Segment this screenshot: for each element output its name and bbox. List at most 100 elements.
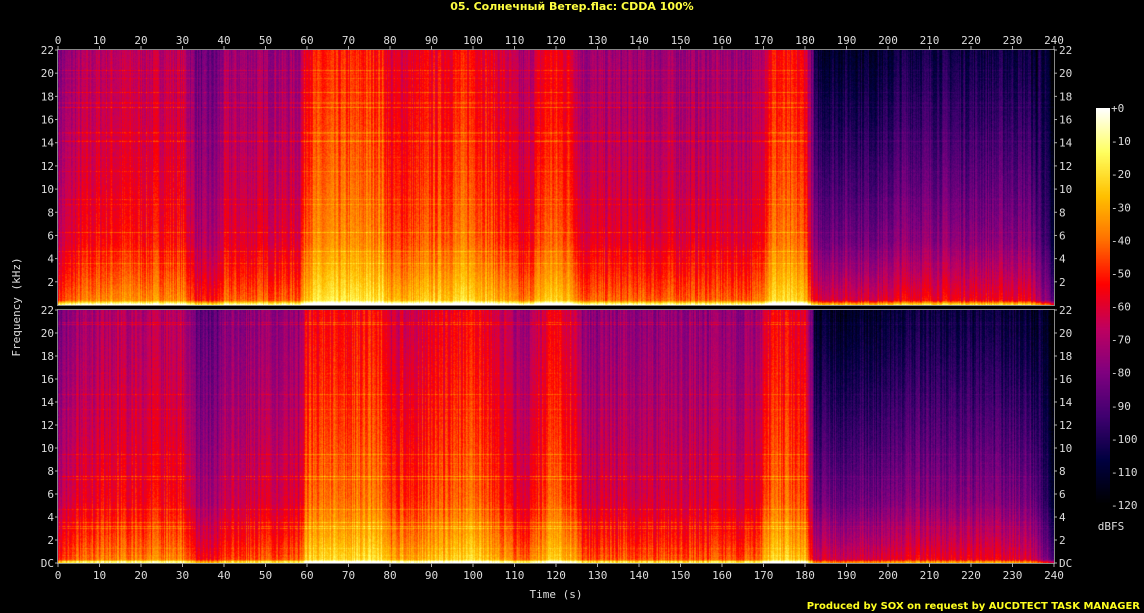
colorbar-label: dBFS xyxy=(1098,520,1125,533)
x-tick-label-top: 10 xyxy=(93,34,106,47)
y-tick-label-right: 2 xyxy=(1059,276,1066,289)
y-tick-label-right: 16 xyxy=(1059,373,1072,386)
x-tick-label-top: 60 xyxy=(300,34,313,47)
x-tick-label-top: 210 xyxy=(920,34,940,47)
y-tick-label-right: 4 xyxy=(1059,511,1066,524)
colorbar-tick-label: -120 xyxy=(1111,499,1138,512)
x-tick-label-top: 40 xyxy=(217,34,230,47)
x-tick-label-top: 130 xyxy=(588,34,608,47)
x-tick-label-bottom: 240 xyxy=(1044,569,1064,582)
x-tick-label-top: 150 xyxy=(671,34,691,47)
y-tick-label-left: 6 xyxy=(47,488,54,501)
y-tick-label-left: 16 xyxy=(41,373,54,386)
x-tick-label-bottom: 130 xyxy=(588,569,608,582)
y-tick-label-right: 20 xyxy=(1059,67,1072,80)
x-tick-label-bottom: 230 xyxy=(1003,569,1023,582)
x-tick-label-bottom: 90 xyxy=(425,569,438,582)
colorbar-tick-label: -110 xyxy=(1111,466,1138,479)
x-tick-label-top: 160 xyxy=(712,34,732,47)
x-tick-label-bottom: 60 xyxy=(300,569,313,582)
y-tick-label-right: 10 xyxy=(1059,442,1072,455)
x-tick-label-bottom: 40 xyxy=(217,569,230,582)
x-tick-label-top: 70 xyxy=(342,34,355,47)
x-tick-label-top: 0 xyxy=(55,34,62,47)
x-tick-label-bottom: 140 xyxy=(629,569,649,582)
y-tick-label-right: 22 xyxy=(1059,304,1072,317)
x-tick-label-bottom: 150 xyxy=(671,569,691,582)
y-tick-label-left: 2 xyxy=(47,276,54,289)
y-axis-label: Frequency (kHz) xyxy=(10,257,23,356)
x-tick-label-top: 180 xyxy=(795,34,815,47)
x-tick-label-bottom: 220 xyxy=(961,569,981,582)
y-tick-label-right: 18 xyxy=(1059,90,1072,103)
colorbar-tick-label: -10 xyxy=(1111,135,1131,148)
chart-axes: 0 0 10 10 20 20 30 30 40 40 50 50 60 60 70 70 80 80 90 90 10… xyxy=(10,34,1138,601)
y-tick-label-left: 16 xyxy=(41,114,54,127)
colorbar-tick-label: -80 xyxy=(1111,367,1131,380)
y-tick-label-left: 12 xyxy=(41,160,54,173)
x-tick-label-top: 190 xyxy=(837,34,857,47)
y-tick-label-left: 12 xyxy=(41,419,54,432)
y-tick-label-left: 22 xyxy=(41,304,54,317)
y-tick-label-right: 8 xyxy=(1059,465,1066,478)
plot-frame-1 xyxy=(57,49,1055,306)
x-tick-label-bottom: 190 xyxy=(837,569,857,582)
colorbar-tick-label: -40 xyxy=(1111,234,1131,247)
y-tick-label-right: 6 xyxy=(1059,488,1066,501)
y-tick-label-left: 18 xyxy=(41,350,54,363)
y-tick-label-right: 16 xyxy=(1059,114,1072,127)
x-tick-label-bottom: 80 xyxy=(383,569,396,582)
y-tick-label-right: 22 xyxy=(1059,44,1072,57)
x-tick-label-top: 170 xyxy=(754,34,774,47)
y-tick-label-right: 12 xyxy=(1059,160,1072,173)
x-tick-label-bottom: 120 xyxy=(546,569,566,582)
x-tick-label-bottom: 160 xyxy=(712,569,732,582)
x-tick-label-bottom: 110 xyxy=(505,569,525,582)
x-tick-label-bottom: 200 xyxy=(878,569,898,582)
y-tick-label-right: 4 xyxy=(1059,253,1066,266)
x-tick-label-top: 120 xyxy=(546,34,566,47)
y-tick-label-left: 4 xyxy=(47,253,54,266)
y-tick-label-left: 20 xyxy=(41,327,54,340)
colorbar-tick-label: -70 xyxy=(1111,334,1131,347)
x-tick-label-top: 50 xyxy=(259,34,272,47)
colorbar-tick-label: -100 xyxy=(1111,433,1138,446)
y-tick-label-left: 6 xyxy=(47,229,54,242)
x-tick-label-bottom: 0 xyxy=(55,569,62,582)
x-tick-label-top: 20 xyxy=(134,34,147,47)
x-tick-label-bottom: 50 xyxy=(259,569,272,582)
x-tick-label-bottom: 170 xyxy=(754,569,774,582)
y-tick-label-right: 2 xyxy=(1059,534,1066,547)
y-tick-label-right: 12 xyxy=(1059,419,1072,432)
y-tick-label-left: 10 xyxy=(41,183,54,196)
y-tick-label-left: 14 xyxy=(41,137,55,150)
y-tick-label-left: 10 xyxy=(41,442,54,455)
colorbar-tick-label: -20 xyxy=(1111,168,1131,181)
colorbar-tick-label: +0 xyxy=(1111,102,1124,115)
y-tick-label-right: 8 xyxy=(1059,206,1066,219)
y-tick-label-left: 22 xyxy=(41,44,54,57)
x-tick-label-top: 110 xyxy=(505,34,525,47)
x-tick-label-bottom: 100 xyxy=(463,569,483,582)
x-tick-label-bottom: 10 xyxy=(93,569,106,582)
plot-frame-2 xyxy=(57,309,1055,564)
y-tick-label-right: 14 xyxy=(1059,396,1073,409)
y-tick-label-left: 4 xyxy=(47,511,54,524)
x-tick-label-top: 100 xyxy=(463,34,483,47)
x-tick-label-top: 220 xyxy=(961,34,981,47)
x-tick-label-top: 140 xyxy=(629,34,649,47)
x-tick-label-top: 30 xyxy=(176,34,189,47)
x-tick-label-bottom: 210 xyxy=(920,569,940,582)
y-tick-label-right: 18 xyxy=(1059,350,1072,363)
x-axis-label: Time (s) xyxy=(530,588,583,601)
x-tick-label-top: 90 xyxy=(425,34,438,47)
y-tick-label-left: 14 xyxy=(41,396,55,409)
x-tick-label-bottom: 30 xyxy=(176,569,189,582)
x-tick-label-top: 230 xyxy=(1003,34,1023,47)
colorbar-tick-label: -30 xyxy=(1111,201,1131,214)
y-tick-label-left: 8 xyxy=(47,206,54,219)
y-tick-label-right: DC xyxy=(1059,557,1072,570)
x-tick-label-bottom: 180 xyxy=(795,569,815,582)
y-tick-label-left: 8 xyxy=(47,465,54,478)
colorbar-tick-label: -90 xyxy=(1111,400,1131,413)
